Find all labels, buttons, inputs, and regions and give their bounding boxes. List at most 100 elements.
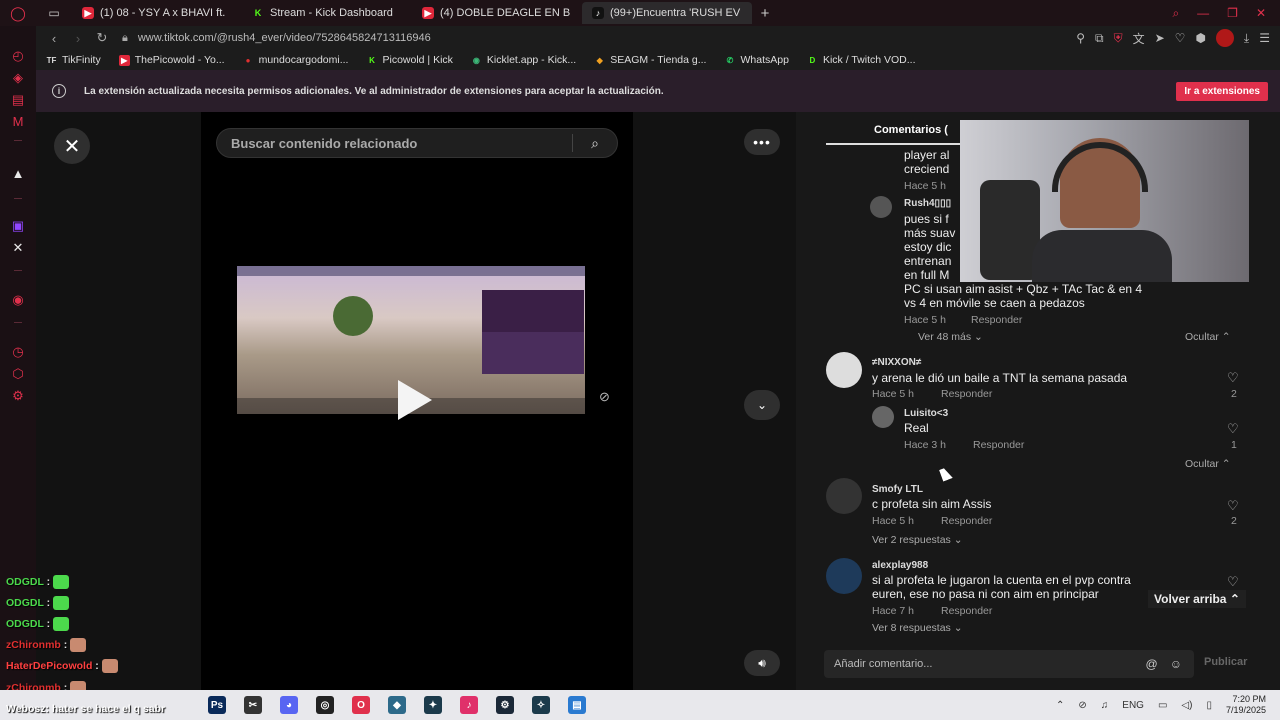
close-window-icon[interactable]: ✕ — [1256, 6, 1266, 21]
back-icon[interactable]: ‹ — [42, 31, 66, 46]
reload-icon[interactable]: ↻ — [90, 30, 114, 46]
gx-control-icon[interactable]: ◴ — [0, 48, 36, 64]
bookmark-mundocargo[interactable]: ● mundocargodomi... — [243, 54, 349, 66]
bookmark-kicklet[interactable]: ◉ Kicklet.app - Kick... — [471, 54, 576, 66]
translate-icon[interactable]: ⽂ — [1133, 30, 1145, 47]
shield-icon[interactable]: ⛨ — [1114, 31, 1123, 46]
comment-username[interactable]: Smofy LTL — [872, 484, 923, 495]
comment-username[interactable]: alexplay988 — [872, 560, 928, 571]
bookmark-seagm[interactable]: ◆ SEAGM - Tienda g... — [594, 54, 707, 66]
volume-tray-icon[interactable]: ◁) — [1181, 700, 1192, 711]
settings-icon[interactable]: ⚙ — [0, 388, 36, 404]
aria-icon[interactable]: ▲ — [0, 166, 36, 181]
forward-icon[interactable]: › — [66, 31, 90, 46]
player-icon[interactable]: ◉ — [0, 292, 36, 308]
publish-button[interactable]: Publicar — [1204, 656, 1247, 668]
steam-icon[interactable]: ⚙ — [496, 696, 514, 714]
extensions-icon[interactable]: ⬡ — [0, 366, 36, 382]
history-icon[interactable]: ◷ — [0, 344, 36, 360]
avatar[interactable] — [826, 352, 862, 388]
more-options-button[interactable]: ••• — [744, 129, 780, 155]
avatar[interactable] — [870, 196, 892, 218]
workspaces-icon[interactable]: ▭ — [36, 6, 72, 20]
reply-button[interactable]: Responder — [941, 605, 992, 617]
play-icon[interactable] — [398, 380, 432, 420]
tab-kick-dashboard[interactable]: K Stream - Kick Dashboard — [242, 2, 412, 24]
reply-button[interactable]: Responder — [941, 515, 992, 527]
close-video-button[interactable]: ✕ — [54, 128, 90, 164]
reply-username[interactable]: Rush4▯▯▯ — [904, 198, 951, 209]
reply-button[interactable]: Responder — [941, 388, 992, 400]
lock-icon[interactable]: 🔒︎ — [122, 32, 128, 45]
new-tab-button[interactable]: + — [752, 5, 778, 22]
volume-icon[interactable]: 🔊︎ — [744, 650, 780, 676]
network-icon[interactable]: ▭ — [1158, 700, 1167, 711]
game-icon[interactable]: ✦ — [424, 696, 442, 714]
capcut-icon[interactable]: ✂ — [244, 696, 262, 714]
next-video-chevron-icon[interactable]: ⌄ — [744, 390, 780, 420]
snapshot-icon[interactable]: ⧉ — [1095, 31, 1104, 46]
add-comment-input[interactable]: Añadir comentario... @ ☺ — [824, 650, 1194, 678]
tray-chevron-icon[interactable]: ⌃ — [1056, 700, 1064, 711]
heart-icon[interactable]: ♡ — [1227, 498, 1239, 514]
bookmark-kick-twitch-vod[interactable]: D Kick / Twitch VOD... — [807, 54, 916, 66]
view-replies[interactable]: Ver 2 respuestas ⌄ — [872, 534, 963, 546]
related-search-bar[interactable]: Buscar contenido relacionado ⌕ — [216, 128, 618, 158]
bookmark-picowold-kick[interactable]: K Picowold | Kick — [366, 54, 453, 66]
battery-icon[interactable]: ▯ — [1206, 700, 1212, 711]
bookmark-tikfinity[interactable]: TF TikFinity — [46, 54, 101, 66]
search-input[interactable]: Buscar contenido relacionado — [231, 136, 572, 151]
search-tabs-icon[interactable]: ⌕ — [1172, 6, 1179, 21]
comment-username[interactable]: ≠NIXXON≠ — [872, 357, 921, 368]
search-icon[interactable]: ⌕ — [573, 135, 617, 152]
back-to-top-button[interactable]: Volver arriba ⌃ — [1148, 590, 1246, 608]
pin-icon[interactable]: ⚲ — [1076, 31, 1085, 45]
tab-comments[interactable]: Comentarios ( — [874, 124, 948, 136]
download-icon[interactable]: ⤓ — [1244, 31, 1249, 46]
send-icon[interactable]: ➤ — [1155, 31, 1165, 45]
reply-username[interactable]: Luisito<3 — [904, 408, 948, 419]
puzzle-icon[interactable]: ⬢ — [1195, 31, 1205, 45]
tiktok-live-icon[interactable]: ♪ — [460, 696, 478, 714]
tab-youtube-ysy[interactable]: ▶ (1) 08 - YSY A x BHAVI ft. — [72, 2, 242, 24]
tab-tiktok[interactable]: ♪ (99+)Encuentra 'RUSH EV — [582, 2, 752, 24]
profile-avatar[interactable] — [1215, 29, 1234, 47]
messenger-icon[interactable]: M — [0, 114, 36, 129]
bookmark-thepicowold[interactable]: ▶ ThePicowold - Yo... — [118, 54, 225, 66]
language-indicator[interactable]: ENG — [1122, 700, 1144, 711]
game2-icon[interactable]: ✧ — [532, 696, 550, 714]
view-more-replies[interactable]: Ver 48 más ⌄ — [918, 331, 983, 343]
reply-button[interactable]: Responder — [971, 314, 1022, 326]
obs-icon[interactable]: ◎ — [316, 696, 334, 714]
x-twitter-icon[interactable]: ✕ — [0, 240, 36, 256]
heart-icon[interactable]: ♡ — [1227, 370, 1239, 386]
mic-icon[interactable]: ♫ — [1101, 700, 1109, 711]
avatar[interactable] — [826, 478, 862, 514]
view-replies[interactable]: Ver 8 respuestas ⌄ — [872, 622, 963, 634]
opera-gx-logo-icon[interactable]: ◯ — [0, 0, 36, 26]
reply-button[interactable]: Responder — [973, 439, 1024, 451]
minimize-icon[interactable]: — — [1197, 6, 1209, 21]
go-to-extensions-button[interactable]: Ir a extensiones — [1176, 81, 1268, 101]
heart-icon[interactable]: ♡ — [1227, 421, 1239, 437]
hide-replies[interactable]: Ocultar ⌃ — [1185, 331, 1231, 343]
heart-icon[interactable]: ♡ — [1227, 574, 1239, 590]
avatar[interactable] — [826, 558, 862, 594]
gx-corner-icon[interactable]: ◈ — [0, 70, 36, 86]
twitch-sidebar-icon[interactable]: ▤ — [0, 92, 36, 108]
bookmark-whatsapp[interactable]: ✆ WhatsApp — [724, 54, 789, 66]
mention-icon[interactable]: @ — [1146, 657, 1158, 671]
url-field[interactable]: www.tiktok.com/@rush4_ever/video/7528645… — [138, 32, 431, 44]
discord-icon[interactable]: ◕ — [280, 696, 298, 714]
photoshop-icon[interactable]: Ps — [208, 696, 226, 714]
eye-off-icon[interactable]: ⊘ — [599, 389, 610, 405]
hide-replies[interactable]: Ocultar ⌃ — [1185, 458, 1231, 470]
notes-icon[interactable]: ▤ — [568, 696, 586, 714]
heart-icon[interactable]: ♡ — [1175, 31, 1186, 45]
vpn-icon[interactable]: ⊘ — [1078, 700, 1086, 711]
tab-youtube-deagle[interactable]: ▶ (4) DOBLE DEAGLE EN B — [412, 2, 582, 24]
avatar[interactable] — [872, 406, 894, 428]
opera-gx-icon[interactable]: O — [352, 696, 370, 714]
emoji-icon[interactable]: ☺ — [1170, 657, 1182, 671]
twitch-icon[interactable]: ▣ — [0, 218, 36, 234]
